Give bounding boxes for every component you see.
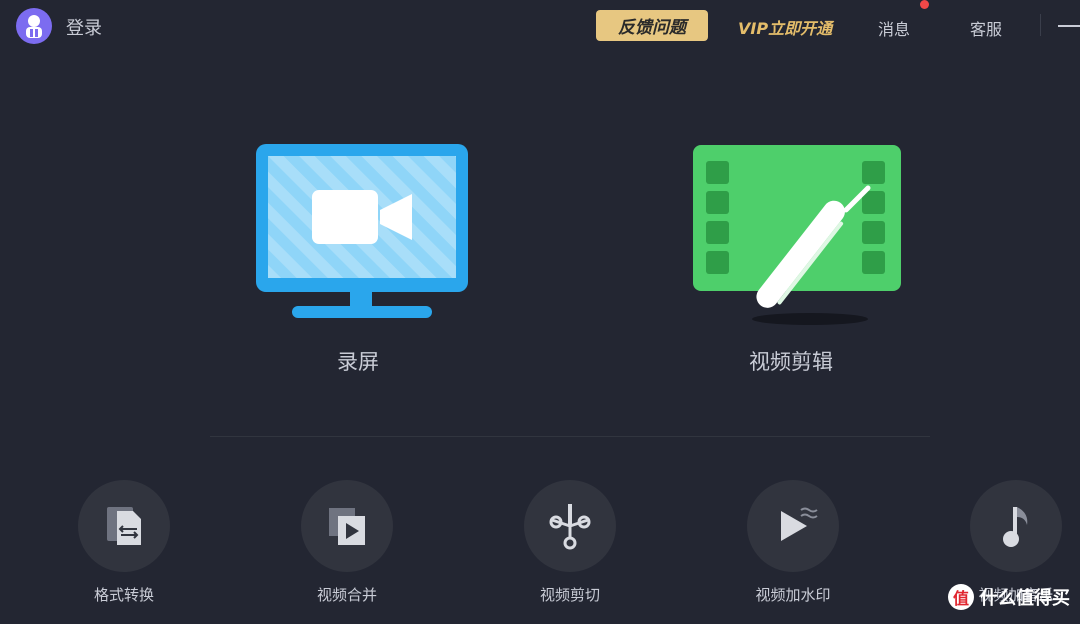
- video-edit-tile[interactable]: [690, 144, 904, 330]
- video-edit-label: 视频剪辑: [749, 350, 833, 374]
- tool-label: 格式转换: [93, 586, 154, 604]
- tool-video-watermark[interactable]: 视频加水印: [747, 480, 839, 610]
- notification-dot: [920, 0, 929, 9]
- screen-record-tile[interactable]: [256, 144, 468, 330]
- tool-video-cut[interactable]: 视频剪切: [524, 480, 616, 610]
- screen-record-label: 录屏: [337, 350, 379, 374]
- messages-button[interactable]: 消息: [878, 16, 910, 40]
- monitor-camera-icon: [256, 144, 468, 318]
- watermark-play-icon: [781, 507, 818, 541]
- tool-label: 视频合并: [316, 586, 377, 604]
- watermark-text: 什么值得买: [980, 588, 1070, 609]
- tool-circle: [747, 480, 839, 572]
- top-bar: 登录 反馈问题 VIP立即开通 消息 客服: [0, 0, 1080, 52]
- tool-circle: [78, 480, 170, 572]
- minimize-button[interactable]: [1058, 25, 1080, 27]
- tool-circle: [301, 480, 393, 572]
- scissors-icon: [549, 504, 591, 550]
- tool-circle: [970, 480, 1062, 572]
- login-link[interactable]: 登录: [66, 14, 102, 40]
- tool-circle: [524, 480, 616, 572]
- window-controls-separator: [1040, 14, 1041, 36]
- film-pen-icon: [693, 145, 901, 325]
- watermark-badge: 值: [948, 584, 974, 610]
- music-note-icon: [1003, 507, 1028, 547]
- user-avatar-icon: [26, 15, 42, 38]
- customer-service-button[interactable]: 客服: [970, 16, 1002, 40]
- video-merge-icon: [329, 508, 365, 545]
- avatar[interactable]: [16, 8, 52, 44]
- tool-video-merge[interactable]: 视频合并: [301, 480, 393, 610]
- feedback-button[interactable]: 反馈问题: [596, 10, 708, 41]
- site-watermark: 值 什么值得买: [948, 584, 1070, 610]
- format-convert-icon: [107, 507, 141, 545]
- vip-button[interactable]: VIP立即开通: [738, 15, 832, 39]
- tool-format-convert[interactable]: 格式转换: [78, 480, 170, 610]
- tool-label: 视频剪切: [539, 586, 600, 604]
- section-divider: [210, 436, 930, 437]
- tool-label: 视频加水印: [755, 586, 831, 604]
